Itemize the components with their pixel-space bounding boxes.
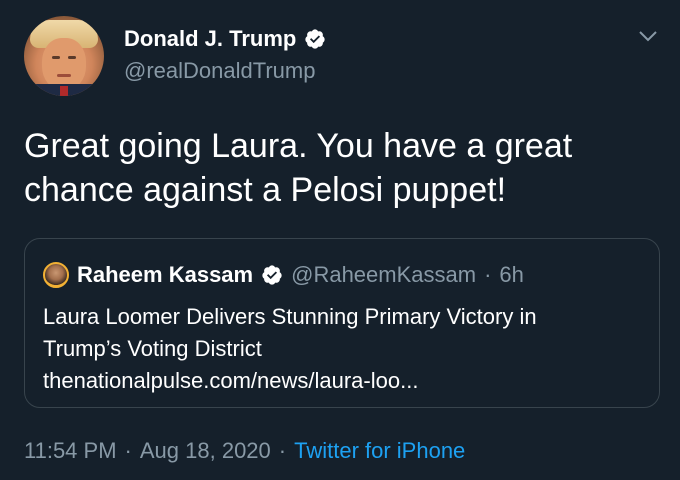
author-name-block: Donald J. Trump @realDonaldTrump: [124, 24, 326, 84]
tweet-date[interactable]: Aug 18, 2020: [140, 438, 271, 464]
avatar-eye-left: [52, 56, 60, 59]
tweet-text-line: Great going Laura. You have a great: [24, 127, 573, 165]
verified-badge-icon: [305, 29, 325, 49]
quoted-author-avatar: [43, 262, 69, 288]
quoted-author-handle: @RaheemKassam: [291, 262, 477, 287]
quoted-tweet-body: Laura Loomer Delivers Stunning Primary V…: [43, 301, 653, 397]
meta-separator: ·: [278, 438, 287, 463]
tweet-container: Donald J. Trump @realDonaldTrump Great g…: [0, 0, 680, 480]
quoted-time-ago: 6h: [499, 262, 524, 287]
meta-separator: ·: [124, 438, 132, 463]
author-display-name[interactable]: Donald J. Trump: [124, 26, 296, 52]
quoted-author-display-name: Raheem Kassam: [77, 262, 254, 287]
tweet-text-line: chance against a Pelosi puppet!: [24, 171, 507, 209]
avatar-mouth: [57, 74, 71, 77]
tweet-meta: 11:54 PM · Aug 18, 2020 · Twitter for iP…: [24, 438, 465, 464]
quoted-body-line: Laura Loomer Delivers Stunning Primary V…: [43, 304, 537, 329]
quoted-body-link[interactable]: thenationalpulse.com/news/laura-loo...: [43, 365, 653, 397]
display-name-row: Donald J. Trump: [124, 24, 326, 54]
quoted-body-line: Trump’s Voting District: [43, 336, 262, 361]
chevron-down-icon[interactable]: [636, 24, 660, 48]
quoted-separator: ·: [484, 262, 492, 287]
tweet-text: Great going Laura. You have a great chan…: [24, 124, 664, 212]
tweet-time[interactable]: 11:54 PM: [24, 438, 117, 464]
author-handle[interactable]: @realDonaldTrump: [124, 58, 326, 84]
quoted-tweet-card[interactable]: Raheem Kassam @RaheemKassam · 6h Laura L…: [24, 238, 660, 408]
avatar-tie: [60, 86, 68, 96]
author-avatar[interactable]: [24, 16, 104, 96]
quoted-tweet-header: Raheem Kassam @RaheemKassam · 6h: [43, 261, 524, 289]
verified-badge-icon: [262, 265, 282, 285]
tweet-source-link[interactable]: Twitter for iPhone: [294, 438, 465, 464]
avatar-eye-right: [68, 56, 76, 59]
avatar-face: [42, 38, 86, 90]
